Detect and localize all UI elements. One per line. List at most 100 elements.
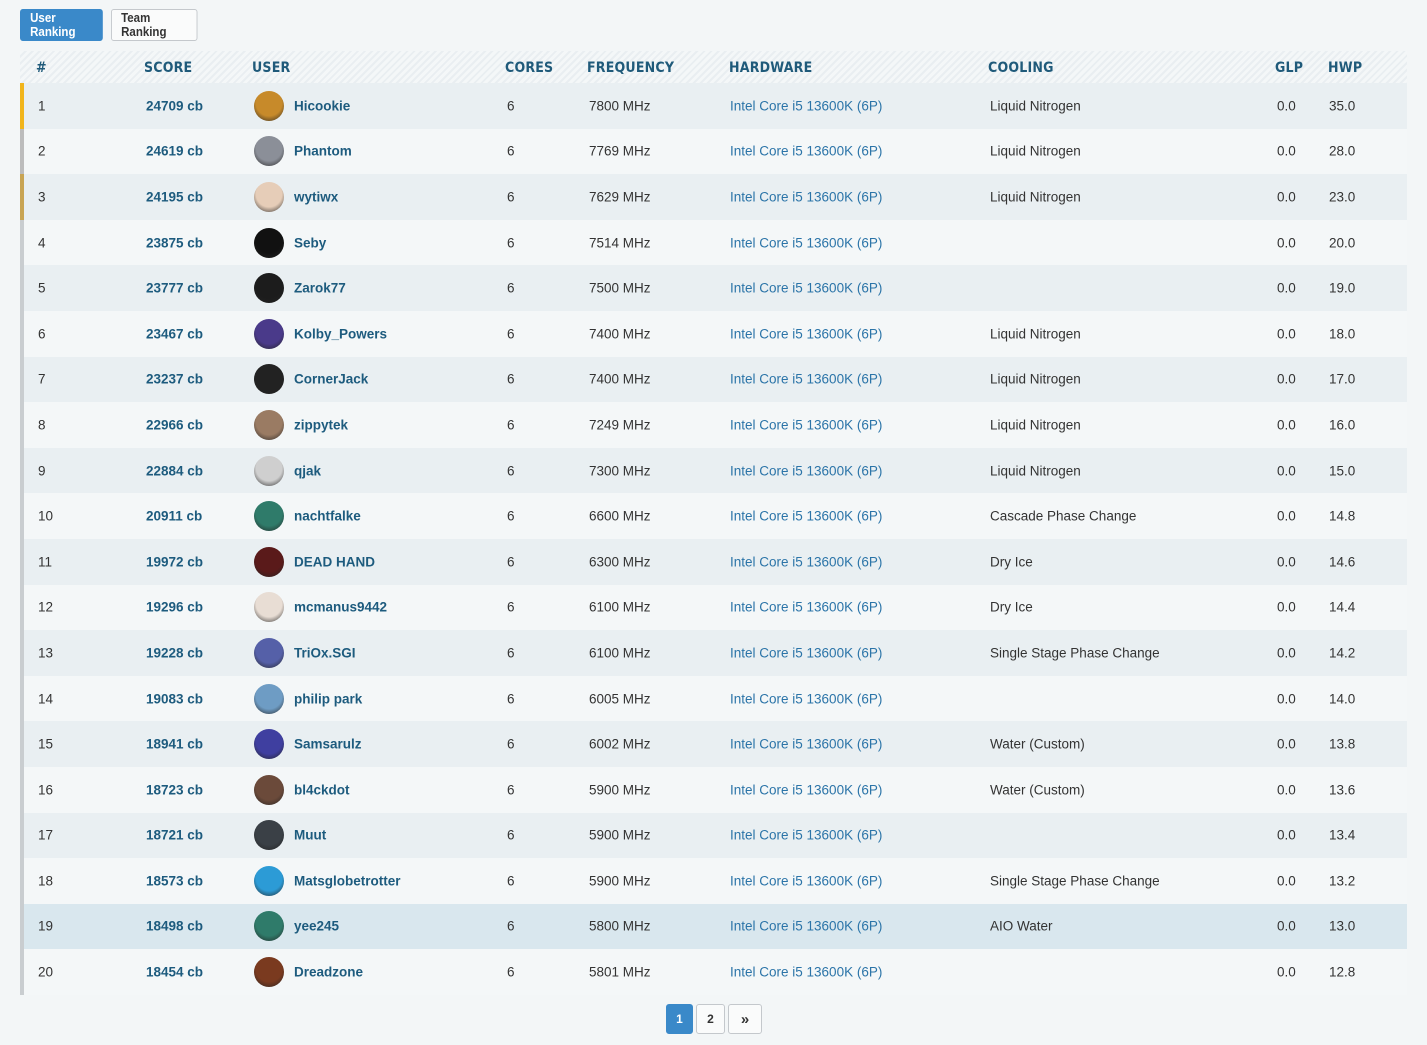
hwp-cell: 18.0 [1329, 326, 1356, 342]
user-link[interactable]: DEAD HAND [294, 554, 375, 569]
tab-user-ranking[interactable]: User Ranking [20, 9, 103, 41]
user-link[interactable]: wytiwx [294, 189, 338, 204]
user-link[interactable]: CornerJack [294, 372, 368, 387]
col-user-header[interactable]: USER [252, 60, 290, 76]
glp-cell: 0.0 [1277, 371, 1296, 387]
hardware-link[interactable]: Intel Core i5 13600K (6P) [730, 965, 882, 980]
hwp-cell: 14.6 [1329, 554, 1356, 570]
user-avatar[interactable] [254, 318, 284, 349]
score-link[interactable]: 22884 cb [146, 463, 203, 478]
user-avatar[interactable] [254, 90, 284, 121]
score-link[interactable]: 19083 cb [146, 691, 203, 706]
user-avatar[interactable] [254, 637, 284, 668]
score-link[interactable]: 18721 cb [146, 828, 203, 843]
score-link[interactable]: 18498 cb [146, 919, 203, 934]
score-link[interactable]: 19228 cb [146, 645, 203, 660]
hardware-link[interactable]: Intel Core i5 13600K (6P) [730, 782, 882, 797]
page-2-button[interactable]: 2 [696, 1004, 725, 1034]
user-avatar[interactable] [254, 820, 284, 851]
score-link[interactable]: 18723 cb [146, 782, 203, 797]
col-rank-header[interactable]: # [36, 60, 47, 76]
user-avatar[interactable] [254, 774, 284, 805]
hardware-link[interactable]: Intel Core i5 13600K (6P) [730, 372, 882, 387]
next-pages-button[interactable]: » [728, 1004, 762, 1034]
col-hwp-header[interactable]: HWP [1328, 60, 1362, 76]
user-link[interactable]: Kolby_Powers [294, 326, 387, 341]
user-link[interactable]: yee245 [294, 919, 339, 934]
col-glp-header[interactable]: GLP [1275, 60, 1303, 76]
hardware-link[interactable]: Intel Core i5 13600K (6P) [730, 189, 882, 204]
score-link[interactable]: 24195 cb [146, 189, 203, 204]
user-avatar[interactable] [254, 227, 284, 258]
hardware-link[interactable]: Intel Core i5 13600K (6P) [730, 737, 882, 752]
score-link[interactable]: 23467 cb [146, 326, 203, 341]
user-avatar[interactable] [254, 683, 284, 714]
user-link[interactable]: zippytek [294, 417, 348, 432]
user-link[interactable]: Phantom [294, 144, 352, 159]
score-link[interactable]: 23777 cb [146, 281, 203, 296]
user-avatar[interactable] [254, 546, 284, 577]
score-link[interactable]: 22966 cb [146, 417, 203, 432]
score-link[interactable]: 24709 cb [146, 98, 203, 113]
score-link[interactable]: 24619 cb [146, 144, 203, 159]
user-avatar[interactable] [254, 273, 284, 304]
hardware-link[interactable]: Intel Core i5 13600K (6P) [730, 919, 882, 934]
user-avatar[interactable] [254, 364, 284, 395]
page-1-button[interactable]: 1 [666, 1004, 693, 1034]
hardware-link[interactable]: Intel Core i5 13600K (6P) [730, 600, 882, 615]
user-avatar[interactable] [254, 181, 284, 212]
hardware-link[interactable]: Intel Core i5 13600K (6P) [730, 144, 882, 159]
col-frequency-header[interactable]: FREQUENCY [587, 60, 674, 76]
user-link[interactable]: qjak [294, 463, 321, 478]
user-avatar[interactable] [254, 136, 284, 167]
hardware-link[interactable]: Intel Core i5 13600K (6P) [730, 98, 882, 113]
user-link[interactable]: Samsarulz [294, 737, 362, 752]
user-avatar[interactable] [254, 592, 284, 623]
tab-team-ranking[interactable]: Team Ranking [111, 9, 198, 41]
user-link[interactable]: philip park [294, 691, 362, 706]
user-link[interactable]: nachtfalke [294, 509, 361, 524]
user-link[interactable]: Matsglobetrotter [294, 873, 401, 888]
score-link[interactable]: 19972 cb [146, 554, 203, 569]
score-link[interactable]: 19296 cb [146, 600, 203, 615]
hardware-link[interactable]: Intel Core i5 13600K (6P) [730, 873, 882, 888]
hardware-link[interactable]: Intel Core i5 13600K (6P) [730, 463, 882, 478]
score-link[interactable]: 18941 cb [146, 737, 203, 752]
score-link[interactable]: 18454 cb [146, 965, 203, 980]
user-link[interactable]: mcmanus9442 [294, 600, 387, 615]
user-avatar[interactable] [254, 911, 284, 942]
score-link[interactable]: 23875 cb [146, 235, 203, 250]
hardware-link[interactable]: Intel Core i5 13600K (6P) [730, 281, 882, 296]
col-cores-header[interactable]: CORES [505, 60, 553, 76]
hardware-link[interactable]: Intel Core i5 13600K (6P) [730, 326, 882, 341]
hardware-link[interactable]: Intel Core i5 13600K (6P) [730, 554, 882, 569]
cores-cell: 6 [507, 873, 515, 889]
hardware-link[interactable]: Intel Core i5 13600K (6P) [730, 691, 882, 706]
col-score-header[interactable]: SCORE [144, 60, 192, 76]
user-avatar[interactable] [254, 957, 284, 988]
user-link[interactable]: TriOx.SGI [294, 645, 356, 660]
user-link[interactable]: Zarok77 [294, 281, 346, 296]
user-avatar[interactable] [254, 729, 284, 760]
col-hardware-header[interactable]: HARDWARE [729, 60, 812, 76]
user-link[interactable]: Hicookie [294, 98, 350, 113]
user-avatar[interactable] [254, 409, 284, 440]
hardware-link[interactable]: Intel Core i5 13600K (6P) [730, 645, 882, 660]
score-link[interactable]: 23237 cb [146, 372, 203, 387]
score-link[interactable]: 20911 cb [146, 509, 202, 524]
hardware-link[interactable]: Intel Core i5 13600K (6P) [730, 417, 882, 432]
user-link[interactable]: Muut [294, 828, 326, 843]
user-avatar[interactable] [254, 865, 284, 896]
user-link[interactable]: Dreadzone [294, 965, 363, 980]
user-link[interactable]: bl4ckdot [294, 782, 350, 797]
col-cooling-header[interactable]: COOLING [988, 60, 1054, 76]
user-avatar[interactable] [254, 501, 284, 532]
score-link[interactable]: 18573 cb [146, 873, 203, 888]
cooling-cell: Liquid Nitrogen [990, 417, 1081, 433]
hardware-link[interactable]: Intel Core i5 13600K (6P) [730, 828, 882, 843]
rank-cell: 19 [38, 918, 54, 934]
hardware-link[interactable]: Intel Core i5 13600K (6P) [730, 509, 882, 524]
user-link[interactable]: Seby [294, 235, 326, 250]
user-avatar[interactable] [254, 455, 284, 486]
hardware-link[interactable]: Intel Core i5 13600K (6P) [730, 235, 882, 250]
